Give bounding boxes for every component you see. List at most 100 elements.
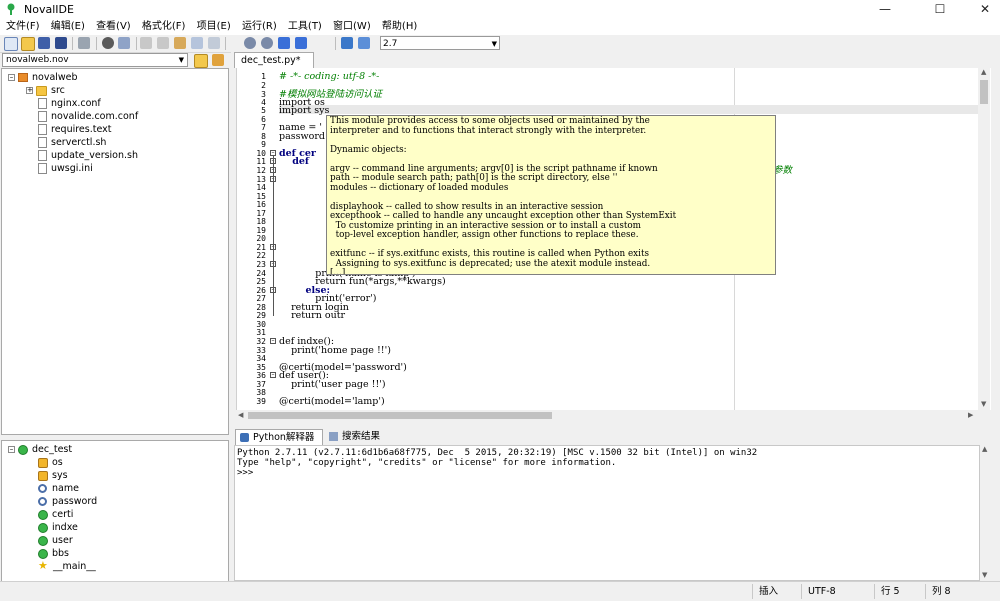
tree-root-novalweb[interactable]: – novalweb: [8, 71, 78, 84]
menu-file[interactable]: 文件(F): [0, 19, 44, 35]
menu-format[interactable]: 格式化(F): [138, 19, 190, 35]
debug-icon[interactable]: [358, 37, 370, 49]
tree-item-src[interactable]: + src: [26, 84, 65, 97]
status-insert-mode: 插入: [752, 584, 800, 599]
project-select[interactable]: novalweb.nov ▼: [2, 53, 188, 67]
menu-view[interactable]: 查看(V): [92, 19, 135, 35]
console-prompt[interactable]: >>>: [237, 468, 977, 478]
menu-window[interactable]: 窗口(W): [329, 19, 375, 35]
tree-item-file[interactable]: nginx.conf: [38, 97, 101, 110]
file-icon: [38, 150, 47, 161]
line-number: 7: [261, 123, 266, 132]
chevron-down-icon: ▼: [178, 56, 184, 64]
line-number: 34: [256, 354, 266, 363]
collapse-icon[interactable]: –: [8, 446, 15, 453]
find-icon[interactable]: [102, 37, 114, 49]
menu-edit[interactable]: 编辑(E): [47, 19, 89, 35]
new-file-icon[interactable]: [4, 37, 18, 51]
forward-arrow-icon[interactable]: [295, 37, 307, 49]
collapse-icon[interactable]: –: [8, 74, 15, 81]
tab-python-interpreter[interactable]: Python解释器: [235, 429, 323, 445]
save-icon[interactable]: [38, 37, 50, 49]
outline-item-os[interactable]: os: [38, 456, 63, 469]
expand-icon[interactable]: +: [26, 87, 33, 94]
scroll-right-icon[interactable]: ▶: [968, 411, 973, 419]
function-icon: [38, 548, 48, 559]
maximize-button[interactable]: ☐: [917, 0, 963, 19]
function-icon: [38, 535, 48, 546]
tab-dec-test[interactable]: dec_test.py*: [234, 52, 314, 68]
toolbar-separator: [72, 37, 73, 50]
run-icon[interactable]: [341, 37, 353, 49]
menu-tools[interactable]: 工具(T): [284, 19, 326, 35]
project-settings-icon[interactable]: [212, 54, 224, 66]
outline-root[interactable]: – dec_test: [8, 443, 72, 456]
scroll-down-icon[interactable]: ▼: [981, 400, 986, 408]
line-number: 9: [261, 140, 266, 149]
console-scrollbar[interactable]: ▲ ▼: [980, 445, 991, 581]
menu-run[interactable]: 运行(R): [238, 19, 281, 35]
outline-item-certi[interactable]: certi: [38, 508, 73, 521]
cut-icon[interactable]: [140, 37, 152, 49]
interpreter-value: 2.7: [383, 39, 398, 49]
toolbar-separator: [335, 37, 336, 50]
scroll-thumb[interactable]: [980, 80, 988, 104]
current-line-highlight: [279, 105, 989, 114]
tree-item-file[interactable]: requires.text: [38, 123, 112, 136]
close-button[interactable]: ✕: [962, 0, 1000, 19]
menu-project[interactable]: 项目(E): [193, 19, 235, 35]
copy-icon[interactable]: [157, 37, 169, 49]
variable-icon: [38, 484, 47, 493]
editor-horizontal-scrollbar[interactable]: ◀ ▶: [236, 410, 978, 421]
tree-item-file[interactable]: novalide.com.conf: [38, 110, 138, 123]
open-folder-icon[interactable]: [21, 37, 35, 51]
scroll-thumb[interactable]: [248, 412, 552, 419]
menu-help[interactable]: 帮助(H): [378, 19, 421, 35]
tree-item-file[interactable]: update_version.sh: [38, 149, 138, 162]
line-number: 1: [261, 72, 266, 81]
undo-icon[interactable]: [191, 37, 203, 49]
file-icon: [38, 111, 47, 122]
outline-item-indxe[interactable]: indxe: [38, 521, 78, 534]
fold-marker[interactable]: –: [269, 371, 277, 380]
line-number: 38: [256, 388, 266, 397]
scroll-up-icon[interactable]: ▲: [981, 68, 986, 76]
scroll-up-icon[interactable]: ▲: [982, 445, 987, 453]
redo-icon[interactable]: [208, 37, 220, 49]
fold-marker[interactable]: –: [269, 337, 277, 346]
back-arrow-icon[interactable]: [278, 37, 290, 49]
console-line: Python 2.7.11 (v2.7.11:6d1b6a68f775, Dec…: [237, 448, 758, 458]
file-icon: [38, 124, 47, 135]
project-folder-icon[interactable]: [194, 54, 208, 68]
outline-item-user[interactable]: user: [38, 534, 73, 547]
outline-item-password[interactable]: password: [38, 495, 97, 508]
import-icon: [38, 457, 48, 468]
outline-item-name[interactable]: name: [38, 482, 79, 495]
menu-bar: 文件(F) 编辑(E) 查看(V) 格式化(F) 项目(E) 运行(R) 工具(…: [0, 19, 1000, 35]
file-icon: [38, 98, 47, 109]
tree-item-file[interactable]: serverctl.sh: [38, 136, 106, 149]
editor-vertical-scrollbar[interactable]: ▲ ▼: [978, 68, 990, 410]
line-number: 29: [256, 311, 266, 320]
file-icon: [38, 163, 47, 174]
line-number: 39: [256, 397, 266, 406]
save-all-icon[interactable]: [55, 37, 67, 49]
zoom-out-icon[interactable]: [261, 37, 273, 49]
print-icon[interactable]: [78, 37, 90, 49]
tab-label: dec_test.py*: [241, 55, 301, 66]
tree-item-file[interactable]: uwsgi.ini: [38, 162, 93, 175]
outline-item-sys[interactable]: sys: [38, 469, 68, 482]
paste-icon[interactable]: [174, 37, 186, 49]
python-console[interactable]: Python 2.7.11 (v2.7.11:6d1b6a68f775, Dec…: [234, 445, 980, 581]
zoom-in-icon[interactable]: [244, 37, 256, 49]
scroll-left-icon[interactable]: ◀: [238, 411, 243, 419]
code-line: @certi(model='lamp'): [279, 396, 385, 407]
find-replace-icon[interactable]: [118, 37, 130, 49]
code-line: return outr: [279, 310, 346, 321]
python-icon: [240, 433, 249, 442]
outline-item-main[interactable]: ★ __main__: [38, 560, 96, 573]
tab-search-results[interactable]: 搜索结果: [325, 429, 395, 445]
minimize-button[interactable]: —: [862, 0, 908, 19]
scroll-down-icon[interactable]: ▼: [982, 571, 987, 579]
interpreter-select[interactable]: 2.7 ▼: [380, 36, 500, 50]
